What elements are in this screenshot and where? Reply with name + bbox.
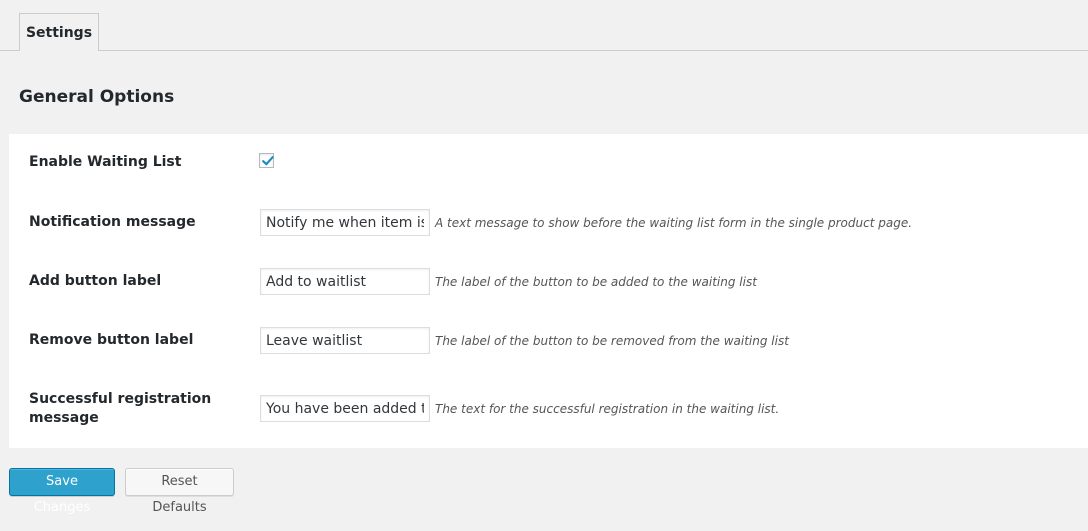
- add-button-label-input[interactable]: [260, 268, 430, 295]
- save-changes-button[interactable]: Save Changes: [9, 468, 115, 515]
- section-title: General Options: [19, 87, 175, 107]
- successful-registration-label-line1: Successful registration: [29, 391, 212, 407]
- enable-waiting-list-label: Enable Waiting List: [29, 154, 182, 170]
- remove-button-label-label: Remove button label: [29, 332, 194, 348]
- tab-bar: Settings: [0, 0, 1088, 52]
- add-button-label-label: Add button label: [29, 273, 162, 289]
- notification-message-description: A text message to show before the waitin…: [435, 216, 913, 230]
- remove-button-label-input[interactable]: [260, 327, 430, 354]
- successful-registration-label-line2: message: [29, 410, 99, 426]
- successful-registration-description: The text for the successful registration…: [435, 402, 780, 416]
- successful-registration-label: Successful registration message: [29, 390, 211, 428]
- notification-message-label: Notification message: [29, 214, 196, 230]
- successful-registration-input[interactable]: [260, 395, 430, 422]
- checkmark-icon: [262, 156, 274, 166]
- remove-button-label-description: The label of the button to be removed fr…: [435, 334, 789, 348]
- add-button-label-description: The label of the button to be added to t…: [435, 275, 757, 289]
- tab-active-indicator: [20, 50, 98, 52]
- reset-defaults-button[interactable]: Reset Defaults: [125, 468, 234, 515]
- settings-panel: Enable Waiting List Notification message…: [9, 134, 1088, 448]
- enable-waiting-list-checkbox[interactable]: [259, 153, 274, 168]
- tab-settings[interactable]: Settings: [19, 13, 99, 51]
- notification-message-input[interactable]: [260, 209, 430, 236]
